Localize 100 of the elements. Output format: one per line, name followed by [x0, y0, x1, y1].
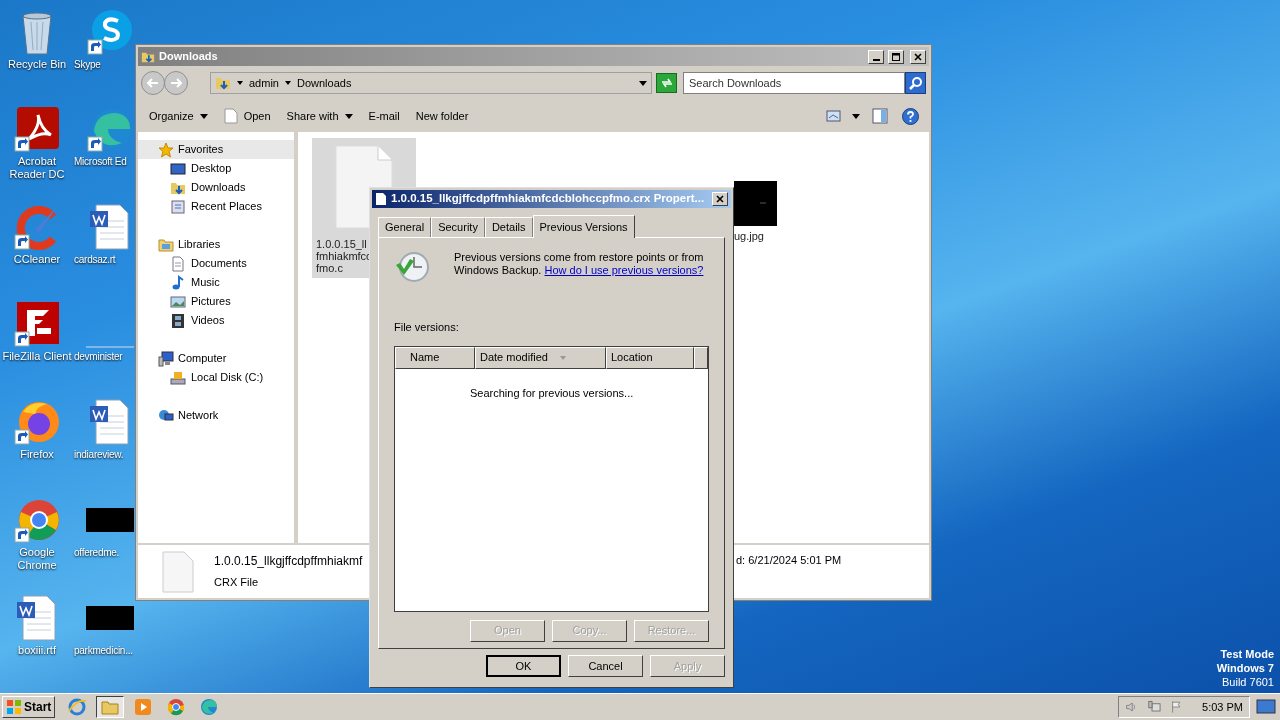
image-thumbnail — [86, 508, 134, 532]
toolbar-button[interactable]: Share with — [279, 104, 360, 128]
column-header[interactable]: Date modified — [475, 346, 606, 369]
nav-item[interactable]: Local Disk (C:) — [138, 368, 294, 387]
close-button[interactable] — [712, 192, 728, 206]
back-arrow-icon — [147, 78, 159, 88]
monitor-icon — [1256, 699, 1276, 715]
maximize-icon — [892, 52, 900, 61]
test-mode-text: Build 7601 — [1222, 675, 1274, 689]
file-name: ug.jpg — [734, 230, 764, 242]
file-item[interactable]: ug.jpg — [734, 181, 794, 242]
dialog-button[interactable]: OK — [486, 655, 561, 677]
nav-group-label: Network — [178, 408, 219, 424]
speaker-icon[interactable] — [1125, 699, 1138, 715]
hard-disk-icon — [170, 369, 186, 386]
dropdown-caret-icon — [639, 80, 647, 86]
nav-item-label: Music — [191, 275, 220, 291]
library-folder-icon — [158, 236, 174, 253]
tab[interactable]: Previous Versions — [532, 215, 635, 238]
desktop-icon-label: boxiii.rtf — [18, 644, 56, 657]
toolbar-button[interactable]: Open — [216, 104, 278, 128]
file-name: 1.0.0.15_llkgjffcdpffmhiakmf — [214, 553, 364, 571]
column-header[interactable]: Name — [395, 346, 475, 369]
nav-group[interactable]: Favorites — [138, 140, 294, 159]
desktop-shortcut[interactable]: Microsoft Ed — [74, 105, 135, 168]
tab[interactable]: General — [378, 217, 432, 237]
dropdown-caret-icon — [199, 113, 208, 119]
desktop-icon-label: Acrobat Reader DC — [8, 155, 66, 181]
clock-icon — [394, 251, 430, 283]
nav-item[interactable]: Documents — [138, 254, 294, 273]
toolbar-button[interactable]: Organize — [142, 104, 215, 128]
network-icon — [158, 407, 174, 424]
test-mode-text: Test Mode — [1220, 647, 1274, 661]
nav-item[interactable]: Music — [138, 273, 294, 292]
maximize-button[interactable] — [888, 49, 904, 64]
desktop-shortcut[interactable]: Recycle Bin — [0, 8, 74, 71]
nav-item-label: Documents — [191, 256, 247, 272]
nav-item[interactable]: Downloads — [138, 178, 294, 197]
tab[interactable]: Details — [484, 217, 533, 237]
nav-group[interactable]: Computer — [138, 349, 294, 368]
search-button[interactable] — [905, 72, 926, 94]
forward-button[interactable] — [164, 71, 188, 95]
dropdown-caret-icon — [852, 113, 860, 119]
window-title: Downloads — [159, 49, 219, 65]
document-icon — [375, 192, 387, 206]
toolbar-button[interactable]: New folder — [408, 104, 476, 128]
minimize-button[interactable] — [868, 49, 884, 64]
desktop-shortcut[interactable]: Skype — [74, 8, 135, 71]
nav-group-label: Computer — [178, 351, 227, 367]
breadcrumb-caret-icon — [237, 81, 243, 85]
search-field[interactable]: Search Downloads — [683, 72, 905, 94]
preview-pane-icon — [872, 108, 888, 124]
nav-group[interactable]: Network — [138, 406, 294, 425]
desktop-icon-label: Recycle Bin — [7, 58, 67, 71]
desktop-icon-label: FileZilla Client — [2, 350, 72, 363]
address-bar[interactable]: admin Downloads — [210, 72, 652, 94]
nav-group-label: Favorites — [178, 142, 224, 158]
refresh-icon — [659, 77, 674, 89]
desktop-shortcut[interactable]: Acrobat Reader DC — [0, 105, 74, 181]
section-label: File versions: — [394, 320, 460, 335]
nav-item[interactable]: Videos — [138, 311, 294, 330]
nav-item[interactable]: Pictures — [138, 292, 294, 311]
toolbar-button[interactable]: E-mail — [361, 104, 407, 128]
close-button[interactable] — [910, 49, 926, 64]
sort-caret-icon — [559, 355, 566, 360]
breadcrumb-item[interactable]: Downloads — [296, 74, 352, 92]
clock-time[interactable]: 5:03 PM — [1202, 698, 1243, 716]
desktop-shortcut[interactable]: CCleaner — [0, 203, 74, 266]
close-icon — [914, 52, 922, 61]
dialog-button[interactable]: Cancel — [568, 655, 643, 677]
taskbar-button[interactable] — [96, 696, 125, 718]
desktop-icon-label: offeredme. — [74, 546, 120, 559]
internet-explorer-icon — [67, 697, 88, 717]
nav-item[interactable]: Recent Places — [138, 197, 294, 216]
desktop-shortcut[interactable]: cardsaz.rt — [74, 203, 135, 266]
blank-file-icon — [162, 550, 194, 593]
nav-item-label: Desktop — [191, 161, 232, 177]
nav-group[interactable]: Libraries — [138, 235, 294, 254]
film-icon — [170, 312, 186, 329]
status-text: Searching for previous versions... — [470, 385, 635, 401]
desktop-icon-label: devminister — [74, 350, 123, 363]
tab[interactable]: Security — [431, 217, 485, 237]
search-icon — [908, 76, 923, 90]
info-text: Previous versions come from restore points or from Windows Backup. How do I use previous versions? — [454, 251, 705, 278]
show-desktop-button[interactable] — [1256, 699, 1276, 715]
network-icon[interactable] — [1147, 699, 1161, 715]
column-header[interactable]: Location — [606, 346, 694, 369]
breadcrumb-item[interactable]: admin — [249, 74, 279, 92]
nav-item[interactable]: Desktop — [138, 159, 294, 178]
desktop-icon-label: CCleaner — [13, 253, 61, 266]
windows-logo-icon — [6, 699, 22, 715]
refresh-button[interactable] — [656, 73, 677, 93]
help-link[interactable]: How do I use previous versions? — [544, 264, 704, 276]
start-button[interactable]: Start — [2, 696, 56, 718]
desktop-icon-label: Microsoft Ed — [74, 155, 127, 168]
flag-icon[interactable] — [1170, 699, 1182, 715]
back-button[interactable] — [141, 71, 165, 95]
desktop-icon-label: Firefox — [20, 448, 54, 461]
nav-item-label: Downloads — [191, 180, 246, 196]
test-mode-text: Windows 7 — [1216, 661, 1274, 675]
